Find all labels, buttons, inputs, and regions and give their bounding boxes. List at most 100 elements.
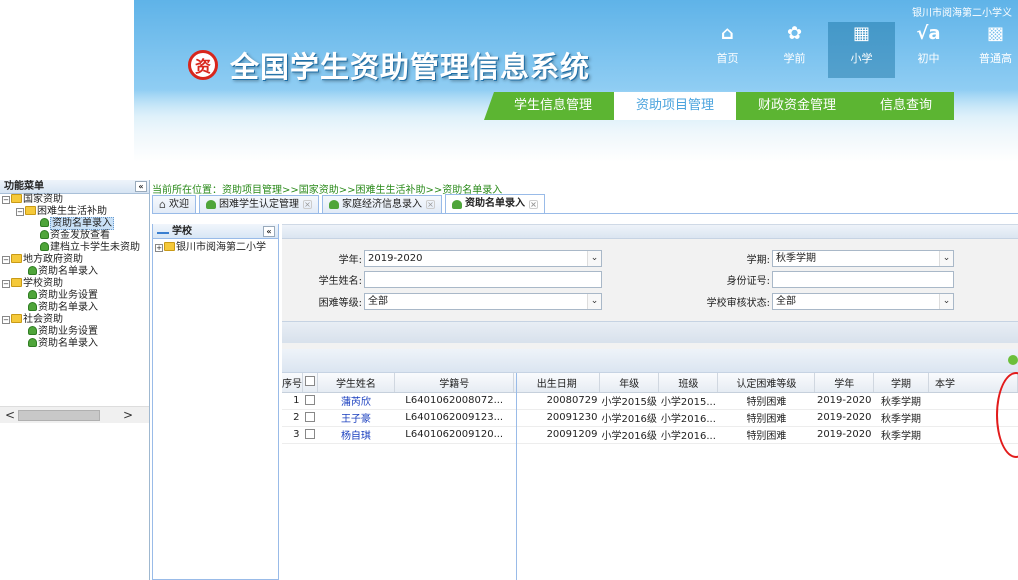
tree-item-school-settings[interactable]: 资助业务设置	[0, 290, 149, 302]
junior-high-icon: √a	[916, 23, 941, 44]
tree-item-school[interactable]: + 银川市阅海第二小学	[155, 242, 276, 254]
student-name-link[interactable]: 蒲芮欣	[317, 392, 395, 410]
col-birth-date[interactable]: 出生日期	[513, 373, 600, 393]
class: 小学2016...	[658, 409, 718, 427]
form-toolbar	[282, 321, 1018, 343]
scroll-left-icon[interactable]: <	[2, 407, 18, 424]
col-grade[interactable]: 年级	[599, 373, 660, 393]
class: 小学2016...	[658, 426, 718, 444]
tree-toggle-icon[interactable]: −	[2, 256, 10, 264]
sidebar-horizontal-scrollbar[interactable]: < >	[0, 406, 149, 423]
senior-high-icon: ▩	[986, 23, 1004, 44]
system-logo-icon: 资	[188, 50, 218, 80]
row-checkbox[interactable]	[304, 411, 315, 422]
tree-item-social-list-entry[interactable]: 资助名单录入	[0, 338, 149, 350]
row-checkbox-cell[interactable]	[302, 426, 318, 444]
col-difficulty-level[interactable]: 认定困难等级	[717, 373, 816, 393]
term-select[interactable]: 秋季学期 ⌄	[772, 249, 954, 267]
folder-icon	[11, 314, 22, 323]
student-name-input[interactable]	[364, 270, 602, 288]
folder-icon	[11, 254, 22, 263]
tree-toggle-icon[interactable]: −	[2, 280, 10, 288]
col-select-all[interactable]	[302, 373, 318, 393]
level-select[interactable]: 全部 ⌄	[364, 292, 602, 310]
school-year: 2019-2020	[814, 409, 874, 427]
tree-item-school-aid[interactable]: − 学校资助	[0, 278, 149, 290]
tab-label: 家庭经济信息录入	[341, 198, 422, 210]
nav-preschool[interactable]: ✿ 学前	[761, 22, 828, 78]
grade: 小学2016级	[599, 426, 659, 444]
tab-poor-student-identify[interactable]: 困难学生认定管理 ×	[198, 195, 319, 213]
table-row[interactable]: 3 杨自琪 L6401062009120... 20091209 小学2016级…	[282, 426, 1018, 444]
menu-student-info[interactable]: 学生信息管理	[484, 92, 615, 120]
row-year: 学年: 2019-2020 ⌄	[312, 249, 602, 267]
search-form: 学年: 2019-2020 ⌄ 学期: 秋季学期 ⌄ 学生姓名: 身份证号: 困难等…	[282, 224, 1018, 349]
menu-query[interactable]: 信息查询	[858, 92, 955, 120]
col-school-year[interactable]: 学年	[814, 373, 874, 393]
chevron-down-icon[interactable]: ⌄	[939, 293, 953, 309]
student-name-link[interactable]: 王子豪	[317, 409, 395, 427]
tree-item-aid-list-entry[interactable]: 资助名单录入	[0, 217, 149, 230]
tab-aid-list-entry[interactable]: 资助名单录入 ×	[444, 194, 545, 213]
chevron-down-icon[interactable]: ⌄	[939, 250, 953, 266]
tab-label: 资助名单录入	[464, 198, 525, 209]
tab-family-economy[interactable]: 家庭经济信息录入 ×	[321, 195, 442, 213]
leaf-icon	[28, 326, 37, 335]
folder-icon	[164, 242, 175, 251]
col-student-no[interactable]: 学籍号	[394, 373, 515, 393]
tree-toggle-icon[interactable]: −	[16, 208, 24, 216]
nav-senior-high[interactable]: ▩ 普通高	[962, 22, 1018, 78]
tree-item-unfunded-poor[interactable]: 建档立卡学生未资助	[0, 242, 149, 254]
sidebar-collapse-icon[interactable]: «	[135, 181, 147, 192]
year-select[interactable]: 2019-2020 ⌄	[364, 249, 602, 267]
tab-label: 困难学生认定管理	[218, 198, 299, 210]
row-checkbox[interactable]	[304, 394, 315, 405]
row-checkbox-cell[interactable]	[302, 392, 318, 410]
tree-expand-icon[interactable]: +	[155, 244, 163, 252]
tree-item-school-list-entry[interactable]: 资助名单录入	[0, 302, 149, 314]
leaf-icon	[40, 218, 49, 227]
nav-home[interactable]: ⌂ 首页	[694, 22, 761, 78]
scroll-right-icon[interactable]: >	[120, 407, 136, 424]
tree-toggle-icon[interactable]: −	[2, 316, 10, 324]
tree-item-label: 困难生生活补助	[37, 206, 107, 217]
nav-home-label: 首页	[716, 52, 739, 65]
tree-item-national-aid[interactable]: − 国家资助	[0, 194, 149, 206]
school-year: 2019-2020	[814, 392, 874, 410]
table-row[interactable]: 2 王子豪 L6401062009123... 20091230 小学2016级…	[282, 409, 1018, 427]
nav-junior-high[interactable]: √a 初中	[895, 22, 962, 78]
add-icon[interactable]	[1008, 355, 1018, 365]
row-checkbox[interactable]	[304, 428, 315, 439]
menu-finance[interactable]: 财政资金管理	[736, 92, 859, 120]
close-icon[interactable]: ×	[425, 200, 435, 209]
org-tree-icon	[157, 226, 169, 234]
table-row[interactable]: 1 蒲芮欣 L6401062008072... 20080729 小学2015级…	[282, 392, 1018, 410]
id-number-input[interactable]	[772, 270, 954, 288]
tab-welcome[interactable]: ⌂ 欢迎	[152, 195, 196, 213]
tree-item-local-list-entry[interactable]: 资助名单录入	[0, 266, 149, 278]
tree-item-label: 资金发放查看	[50, 230, 110, 241]
menu-aid-project[interactable]: 资助项目管理	[614, 92, 737, 120]
tree-item-social-settings[interactable]: 资助业务设置	[0, 326, 149, 338]
tree-item-fund-view[interactable]: 资金发放查看	[0, 230, 149, 242]
school-panel-collapse-icon[interactable]: «	[263, 226, 275, 237]
tree-item-local-gov-aid[interactable]: − 地方政府资助	[0, 254, 149, 266]
student-name-link[interactable]: 杨自琪	[317, 426, 395, 444]
col-term[interactable]: 学期	[873, 373, 930, 393]
chevron-down-icon[interactable]: ⌄	[587, 250, 601, 266]
nav-primary-school[interactable]: ▦ 小学	[828, 22, 895, 78]
review-status-select[interactable]: 全部 ⌄	[772, 292, 954, 310]
tree-toggle-icon[interactable]: −	[2, 196, 10, 204]
close-icon[interactable]: ×	[302, 200, 312, 209]
tree-item-social-aid[interactable]: − 社会资助	[0, 314, 149, 326]
row-checkbox-cell[interactable]	[302, 409, 318, 427]
birth-date: 20091209	[513, 426, 600, 444]
chevron-down-icon[interactable]: ⌄	[587, 293, 601, 309]
close-icon[interactable]: ×	[528, 199, 538, 209]
term: 秋季学期	[873, 409, 929, 427]
folder-icon	[11, 278, 22, 287]
scrollbar-thumb[interactable]	[18, 410, 100, 421]
col-class[interactable]: 班级	[658, 373, 719, 393]
select-all-checkbox[interactable]	[304, 376, 315, 387]
col-student-name[interactable]: 学生姓名	[317, 373, 395, 393]
